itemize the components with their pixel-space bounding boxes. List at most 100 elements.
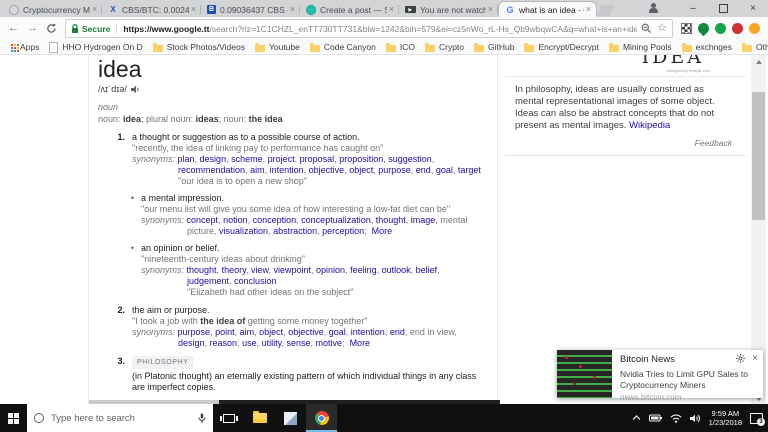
synonym-link[interactable]: aim — [240, 327, 255, 337]
synonym-link[interactable]: recommendation — [178, 165, 245, 175]
synonym-link[interactable]: aim — [250, 165, 265, 175]
more-link[interactable]: More — [350, 338, 371, 348]
reload-icon[interactable] — [46, 23, 57, 34]
synonym-link[interactable]: conception — [253, 215, 297, 225]
tab-close-icon[interactable]: × — [90, 5, 99, 14]
qr-code-extension[interactable] — [681, 23, 692, 34]
volume-icon[interactable] — [689, 414, 701, 423]
synonym-link[interactable]: object — [349, 165, 373, 175]
action-center-icon[interactable]: 3 — [750, 412, 765, 426]
synonym-link[interactable]: objective — [288, 327, 324, 337]
synonym-link[interactable]: conclusion — [234, 276, 277, 286]
synonym-link[interactable]: design — [200, 154, 227, 164]
synonym-link[interactable]: belief — [416, 265, 438, 275]
synonym-link[interactable]: plan — [178, 154, 195, 164]
synonym-link[interactable]: judgement — [187, 276, 229, 286]
bookmark-item[interactable]: Mining Pools — [604, 42, 677, 52]
minimize-button[interactable]: – — [678, 0, 708, 16]
tab-close-icon[interactable]: × — [584, 5, 593, 14]
synonym-link[interactable]: viewpoint — [273, 265, 311, 275]
bookmark-item[interactable]: Code Canyon — [305, 42, 381, 52]
synonym-link[interactable]: proposition — [339, 154, 383, 164]
apps-shortcut[interactable]: Apps — [6, 42, 44, 52]
start-button[interactable] — [0, 404, 27, 432]
hidden-icons-chevron[interactable] — [632, 415, 641, 421]
photos-app-button[interactable] — [275, 404, 306, 432]
restore-button[interactable] — [708, 0, 738, 16]
synonym-link[interactable]: sense — [286, 338, 310, 348]
tab-bittrex[interactable]: B 0.09036437 CBS - TheB× — [201, 2, 300, 17]
file-explorer-button[interactable] — [244, 404, 275, 432]
knowledge-panel-image[interactable]: IDEA — [505, 55, 746, 68]
task-view-button[interactable] — [213, 404, 244, 432]
zoom-icon[interactable] — [641, 23, 652, 34]
bookmark-item[interactable]: Crypto — [420, 42, 469, 52]
speaker-icon[interactable] — [130, 85, 141, 94]
clock[interactable]: 9:59 AM 1/23/2018 — [709, 409, 742, 427]
synonym-link[interactable]: purpose — [178, 327, 211, 337]
synonym-link[interactable]: motive — [316, 338, 343, 348]
synonym-link[interactable]: intention — [351, 327, 385, 337]
tab-google[interactable]: Gwhat is an idea - Googl× — [498, 1, 597, 17]
synonym-link[interactable]: design — [178, 338, 205, 348]
secure-chip[interactable]: Secure — [71, 24, 110, 34]
synonym-link[interactable]: end — [390, 327, 405, 337]
tab-steemit[interactable]: Create a post — Steem× — [300, 2, 399, 17]
synonym-link[interactable]: abstraction — [273, 226, 317, 236]
synonym-link[interactable]: image — [411, 215, 436, 225]
bookmark-item[interactable]: GitHub — [469, 42, 519, 52]
tab-close-icon[interactable]: × — [288, 5, 297, 14]
forward-icon[interactable]: → — [27, 23, 38, 34]
synonym-link[interactable]: intention — [270, 165, 304, 175]
notification-popup[interactable]: Bitcoin News × Nvidia Tries to Limit GPU… — [557, 350, 763, 402]
omnibox[interactable]: Secure https://www.google.tt/search?rlz=… — [65, 19, 673, 38]
feedback-link[interactable]: Feedback — [505, 132, 746, 155]
synonym-link[interactable]: target — [458, 165, 481, 175]
bookmark-item[interactable]: Stock Photos/Videos — [148, 42, 250, 52]
green-circle-extension[interactable] — [715, 23, 726, 34]
bookmark-item[interactable]: HHO Hydrogen On D — [44, 41, 147, 53]
synonym-link[interactable]: use — [242, 338, 257, 348]
notification-settings-icon[interactable] — [736, 354, 746, 363]
tab-video[interactable]: ▶ You are not watching a× — [399, 2, 498, 17]
synonym-link[interactable]: view — [251, 265, 269, 275]
synonym-link[interactable]: object — [259, 327, 283, 337]
synonym-link[interactable]: theory — [222, 265, 246, 275]
chrome-taskbar-button[interactable] — [306, 404, 337, 432]
scrollbar-thumb[interactable] — [752, 92, 765, 220]
synonym-link[interactable]: visualization — [219, 226, 268, 236]
synonym-link[interactable]: notion — [223, 215, 248, 225]
battery-icon[interactable] — [648, 414, 662, 422]
synonym-link[interactable]: point — [215, 327, 235, 337]
synonym-link[interactable]: proposal — [300, 154, 335, 164]
synonym-link[interactable]: goal — [329, 327, 346, 337]
synonym-link[interactable]: objective — [309, 165, 345, 175]
synonym-link[interactable]: perception — [322, 226, 364, 236]
bookmark-item[interactable]: ICO — [381, 42, 420, 52]
profile-icon[interactable] — [646, 2, 664, 14]
back-icon[interactable]: ← — [8, 23, 19, 34]
other-bookmarks[interactable]: Other bookmarks — [737, 42, 768, 52]
tab-close-icon[interactable]: × — [189, 5, 198, 14]
bookmark-item[interactable]: exchnges — [677, 42, 737, 52]
bookmark-item[interactable]: Encrypt/Decrypt — [519, 42, 603, 52]
drop-extension[interactable] — [695, 20, 712, 37]
synonym-link[interactable]: reason — [210, 338, 238, 348]
wifi-icon[interactable] — [670, 414, 682, 423]
orange-circle-extension[interactable] — [749, 23, 760, 34]
new-tab-button[interactable] — [597, 5, 614, 16]
close-window-button[interactable]: × — [738, 0, 768, 16]
url-text[interactable]: https://www.google.tt/search?rlz=1C1CHZL… — [123, 24, 637, 34]
more-link[interactable]: More — [372, 226, 393, 236]
synonym-link[interactable]: utility — [262, 338, 282, 348]
synonym-link[interactable]: thought — [376, 215, 406, 225]
synonym-link[interactable]: suggestion — [388, 154, 432, 164]
bookmark-star-icon[interactable]: ☆ — [657, 23, 667, 34]
synonym-link[interactable]: conceptualization — [301, 215, 371, 225]
synonym-link[interactable]: feeling — [350, 265, 377, 275]
tab-close-icon[interactable]: × — [387, 5, 396, 14]
bookmark-item[interactable]: Youtube — [250, 42, 305, 52]
synonym-link[interactable]: concept — [187, 215, 219, 225]
synonym-link[interactable]: end — [416, 165, 431, 175]
scroll-up-icon[interactable] — [751, 55, 766, 65]
